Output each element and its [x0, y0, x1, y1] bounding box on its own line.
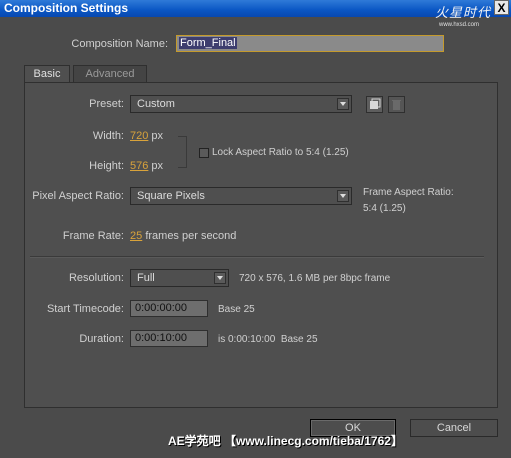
width-label: Width: [92, 130, 124, 142]
chevron-down-icon [214, 272, 226, 284]
section-divider [30, 256, 484, 258]
resolution-value: Full [137, 272, 155, 284]
frame-rate-label: Frame Rate: [62, 230, 124, 242]
resolution-info: 720 x 576, 1.6 MB per 8bpc frame [239, 273, 391, 284]
preset-label: Preset: [89, 98, 124, 110]
save-preset-icon [370, 98, 381, 109]
lock-aspect-label: Lock Aspect Ratio to 5:4 (1.25) [212, 147, 349, 158]
duration-label: Duration: [79, 333, 124, 345]
pixel-aspect-label: Pixel Aspect Ratio: [32, 190, 124, 202]
tab-advanced[interactable]: Advanced [73, 65, 147, 83]
chevron-down-icon [337, 190, 349, 202]
width-field[interactable]: 720 px [130, 130, 163, 142]
comp-name-value: Form_Final [179, 37, 237, 49]
logo-text: 火星时代 [435, 5, 492, 20]
comp-name-label: Composition Name: [71, 38, 168, 50]
duration-input[interactable]: 0:00:10:00 [130, 330, 208, 347]
frame-rate-value[interactable]: 25 [130, 230, 142, 242]
site-logo: 火星时代 www.hxsd.com [421, 2, 491, 32]
chevron-down-icon [337, 98, 349, 110]
cancel-button[interactable]: Cancel [410, 419, 498, 437]
duration-info: is 0:00:10:00 Base 25 [218, 334, 318, 345]
lock-aspect-checkbox[interactable] [199, 148, 209, 158]
resolution-label: Resolution: [68, 272, 124, 284]
height-value[interactable]: 576 [130, 160, 148, 172]
trash-icon [392, 100, 401, 110]
height-unit: px [151, 160, 164, 172]
frame-aspect-value: 5:4 (1.25) [363, 203, 406, 214]
close-button[interactable]: X [494, 0, 509, 15]
comp-name-input[interactable]: Form_Final [176, 35, 444, 52]
pixel-aspect-value: Square Pixels [137, 190, 205, 202]
frame-aspect-label: Frame Aspect Ratio: [363, 187, 454, 198]
watermark-text: AE学苑吧 【www.linecg.com/tieba/1762】 [168, 434, 403, 448]
frame-rate-field[interactable]: 25 frames per second [130, 230, 236, 242]
start-timecode-base: Base 25 [218, 304, 255, 315]
resolution-dropdown[interactable]: Full [130, 269, 229, 287]
width-value[interactable]: 720 [130, 130, 148, 142]
delete-preset-button[interactable] [388, 96, 405, 113]
height-label: Height: [89, 160, 124, 172]
frame-rate-unit: frames per second [145, 230, 237, 242]
start-timecode-label: Start Timecode: [46, 303, 124, 315]
height-field[interactable]: 576 px [130, 160, 163, 172]
logo-url: www.hxsd.com [439, 22, 480, 28]
tab-basic[interactable]: Basic [24, 65, 70, 83]
window-title: Composition Settings [4, 1, 128, 15]
width-unit: px [151, 130, 164, 142]
preset-dropdown[interactable]: Custom [130, 95, 352, 113]
link-bracket [178, 136, 187, 168]
preset-value: Custom [137, 98, 175, 110]
start-timecode-input[interactable]: 0:00:00:00 [130, 300, 208, 317]
pixel-aspect-dropdown[interactable]: Square Pixels [130, 187, 352, 205]
save-preset-button[interactable] [366, 96, 383, 113]
